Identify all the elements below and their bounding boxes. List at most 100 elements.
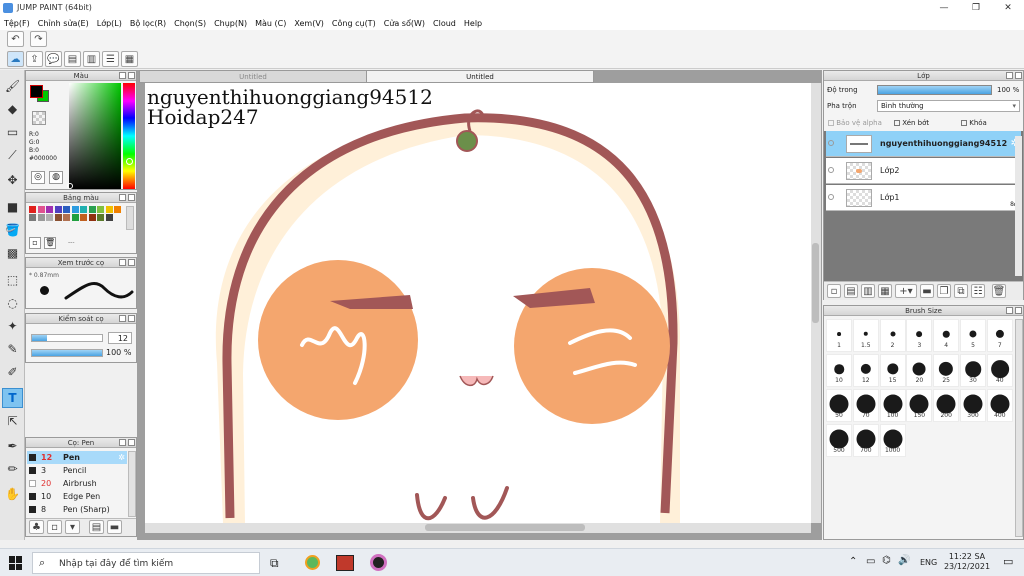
drawing-canvas[interactable]: nguyenthihuonggiang94512 Hoidap247 [145,83,811,523]
brush-size-cell[interactable]: 25 [933,354,960,387]
brush-size-cell[interactable]: 30 [960,354,986,387]
eyedrop-color-button[interactable]: ◍ [49,171,63,184]
brush-size-scrollbar[interactable] [1015,319,1023,537]
rectangle-tool[interactable]: ▭ [2,122,23,142]
palette-swatch[interactable] [71,214,79,221]
layer-row-layer1[interactable]: Lớp1 8▪ [826,185,1021,211]
palette-swatch[interactable] [63,206,70,213]
palette-swatch[interactable] [29,206,36,213]
new-palette-button[interactable]: ▫ [29,237,41,249]
eye-icon[interactable] [828,140,834,146]
lock-checkbox[interactable]: Khóa [961,119,987,127]
layer-settings-button[interactable]: ☷ [971,284,985,298]
palette-swatch[interactable] [105,206,113,213]
palette-swatch[interactable] [71,206,79,213]
page-button[interactable]: ▤ [64,51,81,67]
foreground-color-swatch[interactable] [30,85,43,98]
palette-swatch[interactable] [114,206,121,213]
saturation-value-picker[interactable] [69,83,121,189]
brush-size-cell[interactable]: 100 [879,389,906,422]
eye-icon[interactable] [828,194,834,200]
brush-size-cell[interactable]: 1 [826,319,852,352]
menu-edit[interactable]: Chỉnh sửa(E) [38,19,89,28]
panel-close-button[interactable] [1015,72,1022,79]
brush-item-airbrush[interactable]: 20 Airbrush [27,477,127,490]
brush-size-cell[interactable]: 40 [986,354,1013,387]
blend-mode-select[interactable]: Bình thường ▾ [877,100,1020,112]
layer-list-scrollbar[interactable] [1015,136,1022,276]
panel-close-button[interactable] [1015,307,1022,314]
brush-size-cell[interactable]: 1.5 [852,319,879,352]
clock[interactable]: 11:22 SA 23/12/2021 [942,552,992,572]
brush-size-cell[interactable]: 400 [986,389,1013,422]
menu-help[interactable]: Help [464,19,482,28]
brush-size-cell[interactable]: 12 [852,354,879,387]
panel-float-button[interactable] [1006,307,1013,314]
brush-size-cell[interactable]: 3 [906,319,933,352]
palette-swatch[interactable] [37,214,45,221]
brush-size-cell[interactable]: 4 [933,319,960,352]
battery-icon[interactable]: ▭ [866,556,875,567]
layer-row-layer2[interactable]: Lớp2 [826,158,1021,184]
panel-close-button[interactable] [128,194,135,201]
redo-button[interactable]: ↷ [30,31,47,47]
menu-color[interactable]: Màu (C) [255,19,286,28]
transparent-color-swatch[interactable] [32,111,46,125]
cloud-button[interactable]: ☁ [7,51,24,67]
palette-swatch[interactable] [105,214,113,221]
language-indicator[interactable]: ENG [920,558,937,567]
lasso-tool[interactable]: ◌ [2,293,23,313]
copy-brush-button[interactable]: ▾ [65,520,80,534]
brush-size-input[interactable]: 12 [108,332,132,344]
protect-alpha-checkbox[interactable]: Bảo vệ alpha [828,119,882,127]
palette-swatch[interactable] [80,214,87,221]
palette-scrollbar[interactable] [126,206,134,230]
brush-size-cell[interactable]: 70 [852,389,879,422]
new-8bit-layer-button[interactable]: ▥ [861,284,875,298]
brush-size-cell[interactable]: 10 [826,354,852,387]
brush-size-cell[interactable]: 20 [906,354,933,387]
share-button[interactable]: ⇪ [26,51,43,67]
panel-float-button[interactable] [119,72,126,79]
brush-size-slider[interactable] [31,334,103,342]
browser-app-icon[interactable] [305,555,320,570]
palette-swatch[interactable] [88,214,96,221]
brush-item-pen[interactable]: 12 Pen ✲ [27,451,127,464]
new-layer-alt-button[interactable]: ▤ [844,284,858,298]
panel-float-button[interactable] [119,194,126,201]
line-tool[interactable]: ⟋ [2,145,23,165]
brush-size-cell[interactable]: 200 [933,389,960,422]
select-rect-tool[interactable]: ⬚ [2,270,23,290]
menu-layer[interactable]: Lớp(L) [97,19,122,28]
brush-size-cell[interactable]: 700 [852,424,879,457]
brush-size-cell[interactable]: 50 [826,389,852,422]
jump-paint-app-icon[interactable] [336,555,354,571]
palette-swatch[interactable] [54,206,62,213]
brush-size-cell[interactable]: 1000 [879,424,906,457]
brush-size-cell[interactable]: 5 [960,319,986,352]
maximize-button[interactable]: ❐ [961,0,991,16]
document-button[interactable]: ▥ [83,51,100,67]
panel-close-button[interactable] [128,439,135,446]
pen-tool[interactable]: ✏ [2,459,23,479]
media-app-icon[interactable] [370,554,387,571]
palette-swatch[interactable] [80,206,87,213]
eyedropper-tool[interactable]: ✒ [2,436,23,456]
palette-swatch[interactable] [97,206,104,213]
tab-untitled-1[interactable]: Untitled [139,70,367,83]
palette-swatch[interactable] [46,206,53,213]
volume-icon[interactable]: 🔊 [898,555,910,566]
close-button[interactable]: ✕ [993,0,1023,16]
brush-size-cell[interactable]: 15 [879,354,906,387]
color-cursor[interactable] [67,183,73,189]
palette-swatch[interactable] [88,206,96,213]
palette-swatch[interactable] [97,214,104,221]
duplicate-layer-button[interactable]: ❐ [937,284,951,298]
panel-close-button[interactable] [128,315,135,322]
hue-handle[interactable] [126,158,133,165]
task-view-icon[interactable]: ⧉ [270,556,279,571]
grid-button[interactable]: ▦ [121,51,138,67]
tab-untitled-2[interactable]: Untitled [366,70,594,83]
hand-tool[interactable]: ✋ [2,484,23,504]
brush-settings-button[interactable]: ♣ [29,520,44,534]
